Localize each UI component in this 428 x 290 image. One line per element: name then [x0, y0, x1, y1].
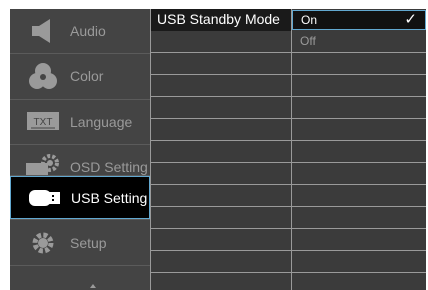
sidebar-item-label: Audio [70, 22, 106, 39]
sidebar-item-setup[interactable]: Setup [10, 221, 150, 264]
sidebar-item-language[interactable]: TXT Language [10, 100, 150, 143]
setup-gear-icon [22, 228, 64, 258]
speaker-icon [22, 16, 64, 46]
sidebar-item-color[interactable]: Color [10, 54, 150, 97]
up-arrow-icon[interactable] [90, 284, 96, 288]
setting-row-empty [151, 163, 291, 185]
sidebar-item-audio[interactable]: Audio [10, 9, 150, 52]
sidebar-item-label: Language [70, 113, 133, 130]
checkmark-icon: ✓ [404, 11, 417, 28]
divider [10, 219, 150, 220]
sidebar-item-label: Color [70, 67, 104, 84]
value-row-empty [292, 185, 426, 207]
setting-row-empty [151, 75, 291, 97]
value-row-empty [292, 53, 426, 75]
setting-row-empty [151, 141, 291, 163]
value-row-empty [292, 207, 426, 229]
setting-usb-standby-mode[interactable]: USB Standby Mode [151, 9, 291, 31]
setting-row-empty [151, 251, 291, 273]
setting-row-empty [151, 97, 291, 119]
sidebar-item-usb-setting[interactable]: USB Setting [10, 176, 150, 219]
setting-row-empty [151, 31, 291, 53]
value-row-empty [292, 163, 426, 185]
settings-column: USB Standby Mode [151, 9, 291, 290]
value-row-empty [292, 229, 426, 251]
usb-icon [23, 183, 65, 213]
value-row-empty [292, 97, 426, 119]
txt-language-icon: TXT [22, 107, 64, 137]
column-divider [150, 9, 151, 290]
color-circles-icon [22, 61, 64, 91]
setting-row-empty [151, 207, 291, 229]
osd-menu: Audio Color TXT Language OSD Setting USB… [10, 9, 426, 290]
setting-row-empty [151, 229, 291, 251]
values-column: On ✓ Off [292, 9, 426, 290]
sidebar-item-label: USB Setting [71, 189, 148, 206]
sidebar: Audio Color TXT Language OSD Setting USB… [10, 9, 150, 290]
sidebar-item-label: Setup [70, 234, 107, 251]
value-row-empty [292, 119, 426, 141]
setting-row-empty [151, 53, 291, 75]
value-row-empty [292, 75, 426, 97]
sidebar-item-label: OSD Setting [70, 158, 148, 175]
svg-text:TXT: TXT [34, 117, 53, 128]
setting-row-empty [151, 185, 291, 207]
value-row-empty [292, 31, 426, 53]
value-row-empty [292, 251, 426, 273]
value-row-empty [292, 141, 426, 163]
option-on[interactable]: On ✓ [292, 10, 426, 30]
divider [10, 265, 150, 266]
setting-row-empty [151, 119, 291, 141]
option-label: On [301, 13, 318, 27]
